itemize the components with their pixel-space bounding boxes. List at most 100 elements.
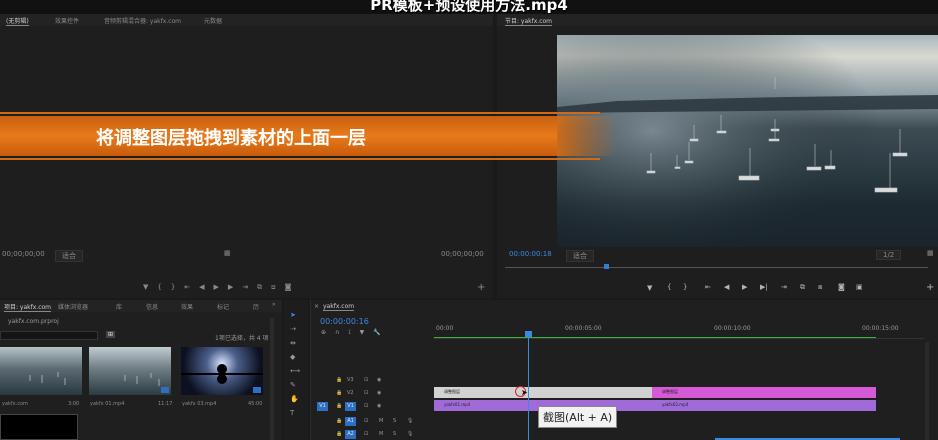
tab-metadata[interactable]: 元数据	[204, 16, 222, 25]
tab-media-browser[interactable]: 媒体浏览器	[58, 302, 88, 311]
comparison-view-icon[interactable]: ▣	[856, 283, 863, 291]
screenshot-tooltip: 截图(Alt + A)	[538, 406, 618, 428]
eye-icon[interactable]: ◉	[377, 390, 381, 396]
boats-thumbnail-image	[124, 373, 160, 386]
step-back-icon[interactable]: ◀	[724, 283, 729, 291]
ripple-edit-tool-icon[interactable]: ⇹	[290, 339, 296, 347]
track-lock-icon[interactable]: 🔒	[336, 377, 342, 383]
timeline-ruler[interactable]: 00:00 00:00:05:00 00:00:10:00 00:00:15:0…	[433, 325, 928, 337]
tab-markers[interactable]: 标记	[217, 302, 229, 311]
sync-lock-icon[interactable]: ⊡	[364, 403, 368, 409]
source-patch-v1[interactable]: V1	[317, 402, 328, 411]
eye-icon[interactable]: ◉	[377, 403, 381, 409]
slip-tool-icon[interactable]: ⟷	[290, 367, 300, 375]
source-add-button[interactable]: +	[477, 282, 485, 293]
project-item-thumbnail[interactable]	[89, 347, 171, 395]
microphone-icon[interactable]: 🎙	[407, 431, 413, 437]
track-select-tool-icon[interactable]: ⇢	[290, 325, 296, 333]
export-frame-icon[interactable]: ◙	[838, 283, 845, 291]
tab-project[interactable]: 项目: yakfx.com	[4, 302, 52, 312]
microphone-icon[interactable]: 🎙	[407, 418, 413, 424]
selection-tool-icon[interactable]: ➤	[290, 311, 296, 319]
track-lock-icon[interactable]: 🔒	[336, 390, 342, 396]
project-item-thumbnail[interactable]	[0, 414, 78, 440]
boats-thumbnail-image	[29, 372, 66, 385]
timeline-clip[interactable]: 调整图层	[652, 387, 876, 398]
tab-audio-mixer[interactable]: 音频剪辑混合器: yakfx.com	[104, 16, 181, 25]
timeline-playhead[interactable]	[528, 332, 529, 440]
pen-tool-icon[interactable]: ✎	[290, 381, 296, 389]
timeline-clip[interactable]: yakfx02.mp4	[652, 400, 876, 411]
program-resolution-dropdown[interactable]: 1/2	[876, 250, 902, 260]
hand-tool-icon[interactable]: ✋	[290, 395, 299, 403]
tab-info[interactable]: 信息	[146, 302, 158, 311]
tab-timeline-sequence[interactable]: yakfx.com	[323, 303, 355, 311]
program-scrub-bar[interactable]	[505, 267, 928, 268]
extract-icon[interactable]: ⧈	[818, 283, 822, 292]
go-to-out-icon[interactable]: ⇥	[781, 283, 787, 291]
program-playhead[interactable]	[604, 264, 609, 269]
tab-libraries[interactable]: 库	[116, 302, 122, 311]
step-forward-icon[interactable]: ▶|	[760, 283, 768, 291]
program-add-button[interactable]: +	[926, 282, 934, 293]
track-label-v2: V2	[347, 390, 354, 396]
subtitle-banner-fade	[557, 116, 617, 156]
timeline-toolbar-icons[interactable]: ⊕∩⟟▼🔧	[321, 329, 390, 337]
tab-effect-controls[interactable]: 效果控件	[55, 16, 79, 25]
program-fit-dropdown[interactable]: 适合	[566, 250, 594, 262]
project-scrollbar[interactable]	[270, 318, 274, 440]
project-item-name: yakfx.com	[2, 401, 28, 407]
new-bin-icon[interactable]: ⊞	[106, 331, 116, 338]
sync-lock-icon[interactable]: ⊡	[364, 377, 368, 383]
project-item-thumbnail[interactable]	[0, 347, 82, 395]
mute-icon[interactable]: M	[379, 431, 383, 437]
project-item-duration: 45:00	[248, 401, 263, 407]
tab-effects[interactable]: 效果	[181, 302, 193, 311]
project-item-name: yakfx 01.mp4	[90, 401, 125, 407]
play-icon[interactable]: ▶	[742, 283, 747, 291]
timeline-panel	[310, 300, 938, 440]
eye-icon[interactable]: ◉	[377, 377, 381, 383]
go-to-in-icon[interactable]: ⇤	[705, 283, 711, 291]
sync-lock-icon[interactable]: ⊡	[364, 418, 368, 424]
track-label-v3: V3	[347, 377, 354, 383]
mark-out-icon[interactable]: }	[683, 283, 687, 291]
ruler-label: 00:00:10:00	[714, 325, 751, 332]
source-fit-dropdown[interactable]: 适合	[55, 250, 83, 262]
source-transport-controls[interactable]: ▼{}⇤◀▶▶⇥⧉⧈◙	[143, 283, 300, 292]
project-search-input[interactable]	[0, 331, 98, 340]
timeline-clip[interactable]: 调整图层	[434, 387, 652, 398]
track-label-a2[interactable]: A2	[345, 430, 356, 439]
add-marker-icon[interactable]: ▼	[647, 284, 652, 292]
timeline-scrollbar[interactable]	[925, 342, 929, 440]
timeline-timecode[interactable]: 00:00:00:16	[320, 317, 369, 326]
tab-source-clip[interactable]: (无剪辑)	[6, 16, 29, 26]
project-item-thumbnail[interactable]	[181, 347, 263, 395]
track-label-v1[interactable]: V1	[345, 402, 356, 411]
tab-program[interactable]: 节目: yakfx.com	[505, 16, 553, 26]
ruler-label: 00:00	[436, 325, 454, 332]
solo-icon[interactable]: S	[393, 431, 396, 437]
lift-icon[interactable]: ⧉	[800, 283, 805, 292]
razor-tool-icon[interactable]: ◆	[290, 353, 295, 361]
source-timecode-in[interactable]: 00;00;00;00	[2, 250, 45, 258]
mark-in-icon[interactable]: {	[667, 283, 671, 291]
track-lock-icon[interactable]: 🔒	[336, 403, 342, 409]
panel-menu-icon[interactable]: »	[272, 301, 276, 308]
source-settings-icon[interactable]: ▦	[224, 249, 231, 257]
timeline-close-icon[interactable]: ×	[314, 303, 319, 310]
video-badge-icon	[161, 387, 169, 393]
sync-lock-icon[interactable]: ⊡	[364, 431, 368, 437]
type-tool-icon[interactable]: T	[290, 409, 294, 417]
mute-icon[interactable]: M	[379, 418, 383, 424]
program-settings-icon[interactable]: ▦	[927, 249, 934, 257]
track-label-a1[interactable]: A1	[345, 417, 356, 426]
mouse-cursor-icon: ➤	[521, 388, 528, 397]
project-file-name: yakfx.com.prproj	[8, 318, 59, 325]
track-lock-icon[interactable]: 🔒	[336, 431, 342, 437]
track-lock-icon[interactable]: 🔒	[336, 418, 342, 424]
tab-history[interactable]: 历	[253, 302, 259, 311]
sync-lock-icon[interactable]: ⊡	[364, 390, 368, 396]
solo-icon[interactable]: S	[393, 418, 396, 424]
program-timecode[interactable]: 00:00:00:18	[509, 250, 552, 258]
